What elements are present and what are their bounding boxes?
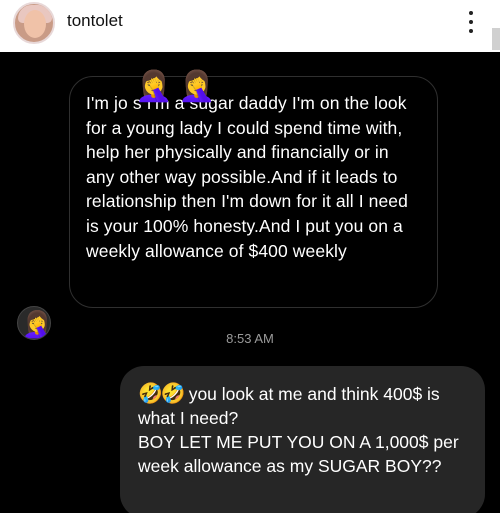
- avatar-face: [24, 10, 46, 38]
- incoming-message-text: I'm jo s I'm a sugar daddy I'm on the lo…: [86, 93, 408, 261]
- outgoing-message-text: you look at me and think 400$ is what I …: [138, 384, 440, 428]
- more-vertical-icon[interactable]: [468, 11, 474, 35]
- message-thread[interactable]: I'm jo s I'm a sugar daddy I'm on the lo…: [0, 52, 500, 513]
- facepalm-emoji: 🤦‍♀️: [135, 70, 173, 103]
- outgoing-message-bubble[interactable]: 🤣🤣 you look at me and think 400$ is what…: [120, 366, 485, 513]
- chat-header: tontolet: [0, 0, 500, 52]
- rofl-emoji: 🤣🤣: [138, 383, 186, 405]
- incoming-message-bubble[interactable]: I'm jo s I'm a sugar daddy I'm on the lo…: [69, 76, 438, 308]
- outgoing-message-line: 🤣🤣 you look at me and think 400$ is what…: [138, 382, 471, 430]
- scrollbar[interactable]: [492, 28, 500, 50]
- facepalm-emoji: 🤦‍♀️: [178, 70, 216, 103]
- message-timestamp: 8:53 AM: [226, 331, 274, 346]
- outgoing-message-text-2: BOY LET ME PUT YOU ON A 1,000$ per week …: [138, 432, 459, 476]
- username[interactable]: tontolet: [67, 11, 123, 31]
- profile-avatar[interactable]: [13, 2, 55, 44]
